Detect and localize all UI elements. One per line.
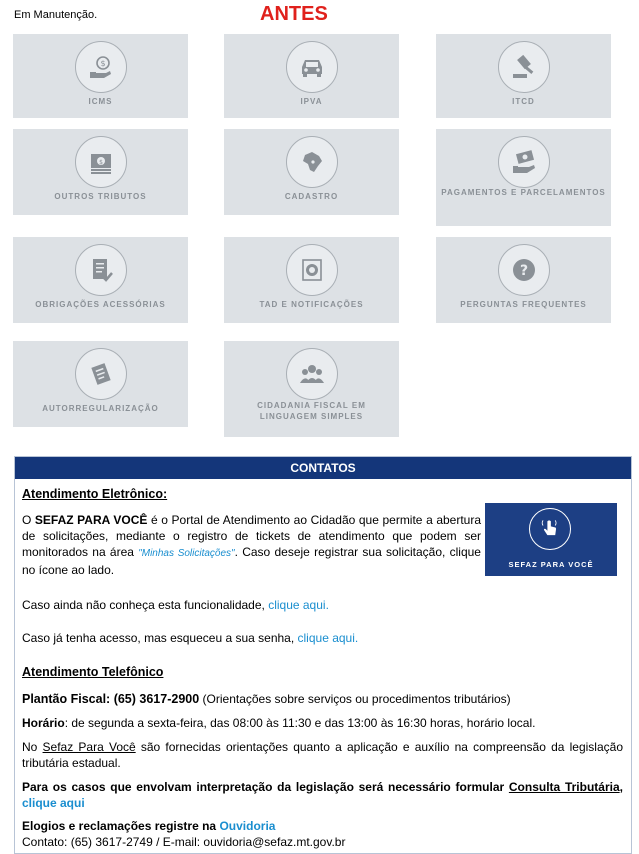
phone-heading: Atendimento Telefônico — [22, 665, 164, 679]
contacts-panel: CONTATOS Atendimento Eletrônico: O SEFAZ… — [14, 456, 632, 854]
forgot-password-link[interactable]: clique aqui. — [298, 631, 359, 645]
tile-outros-tributos[interactable]: $ OUTROS TRIBUTOS — [13, 129, 188, 215]
electronic-description: O SEFAZ PARA VOCÊ é o Portal de Atendime… — [22, 513, 482, 577]
gavel-icon — [497, 41, 550, 93]
forgot-password-line: Caso já tenha acesso, mas esqueceu a sua… — [22, 631, 359, 645]
car-icon — [285, 41, 338, 93]
contacts-header: CONTATOS — [15, 457, 631, 479]
tile-tad[interactable]: TAD E NOTIFICAÇÕES — [224, 237, 399, 323]
tile-icms[interactable]: $ ICMS — [13, 34, 188, 118]
consulta-click-link[interactable]: clique aqui — [22, 796, 85, 810]
tile-perguntas[interactable]: ? PERGUNTAS FREQUENTES — [436, 237, 611, 323]
tile-itcd[interactable]: ITCD — [436, 34, 611, 118]
learn-more-link[interactable]: clique aqui. — [268, 598, 329, 612]
orientation-paragraph: No Sefaz Para Você são fornecidas orient… — [22, 740, 623, 770]
tile-cadastro[interactable]: CADASTRO — [224, 129, 399, 215]
tile-label: OUTROS TRIBUTOS — [54, 192, 147, 201]
document-check-icon — [74, 244, 127, 296]
tile-pagamentos[interactable]: PAGAMENTOS E PARCELAMENTOS — [436, 129, 611, 226]
tile-obrigacoes[interactable]: OBRIGAÇÕES ACESSÓRIAS — [13, 237, 188, 323]
money-hand-icon: $ — [74, 41, 127, 93]
sefaz-para-voce-button[interactable]: SEFAZ PARA VOCÊ — [485, 503, 617, 576]
tile-label: IPVA — [300, 97, 323, 106]
ouvidoria-contact: Contato: (65) 3617-2749 / E-mail: ouvido… — [22, 835, 346, 849]
ouvidoria-line: Elogios e reclamações registre na Ouvido… — [22, 819, 276, 833]
brazil-map-icon — [285, 136, 338, 188]
info-line: Caso ainda não conheça esta funcionalida… — [22, 598, 329, 612]
banknote-icon: $ — [74, 136, 127, 188]
svg-text:$: $ — [99, 159, 103, 166]
svg-text:?: ? — [519, 263, 527, 279]
interpretation-paragraph: Para os casos que envolvam interpretação… — [22, 780, 623, 810]
consulta-tributaria-link[interactable]: Consulta Tributária — [509, 780, 620, 794]
tile-cidadania-fiscal[interactable]: CIDADANIA FISCAL EM LINGUAGEM SIMPLES — [224, 341, 399, 437]
banner-label: SEFAZ PARA VOCÊ — [508, 560, 594, 569]
sefaz-para-voce-link[interactable]: Sefaz Para Você — [43, 740, 136, 754]
maintenance-notice: Em Manutenção. — [14, 9, 98, 21]
plantao-line: Plantão Fiscal: (65) 3617-2900 (Orientaç… — [22, 692, 511, 706]
page-title: ANTES — [260, 3, 328, 25]
tile-label: AUTORREGULARIZAÇÃO — [42, 404, 159, 413]
tile-label: PAGAMENTOS E PARCELAMENTOS — [441, 188, 606, 197]
svg-text:$: $ — [100, 59, 105, 68]
tile-label: TAD E NOTIFICAÇÕES — [259, 300, 364, 309]
money-hand-icon — [497, 136, 550, 188]
hand-click-icon — [529, 508, 571, 550]
question-icon: ? — [497, 244, 550, 296]
tile-autorregularizacao[interactable]: AUTORREGULARIZAÇÃO — [13, 341, 188, 427]
tile-label: CADASTRO — [284, 192, 339, 201]
tile-label: PERGUNTAS FREQUENTES — [460, 300, 587, 309]
tile-label: CIDADANIA FISCAL EM LINGUAGEM SIMPLES — [257, 401, 366, 421]
stamp-icon — [285, 244, 338, 296]
horario-line: Horário: de segunda a sexta-feira, das 0… — [22, 716, 536, 730]
ouvidoria-link[interactable]: Ouvidoria — [219, 819, 275, 833]
tile-label: ICMS — [88, 97, 113, 106]
people-icon — [285, 348, 338, 400]
document-pen-icon — [74, 348, 127, 400]
tile-label: OBRIGAÇÕES ACESSÓRIAS — [35, 300, 166, 309]
tile-label: ITCD — [512, 97, 535, 106]
electronic-heading: Atendimento Eletrônico: — [22, 487, 168, 501]
tile-ipva[interactable]: IPVA — [224, 34, 399, 118]
